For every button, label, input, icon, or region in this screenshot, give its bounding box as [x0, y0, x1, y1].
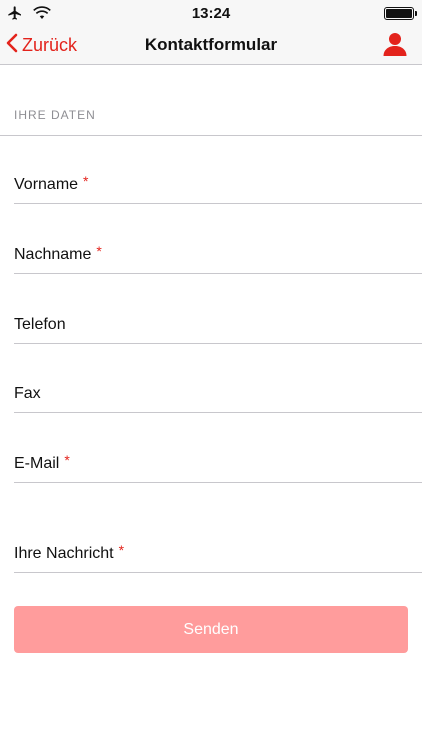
phone-field[interactable]: Telefon [14, 308, 422, 344]
required-mark: * [118, 542, 125, 558]
send-button[interactable]: Senden [14, 606, 408, 653]
first-name-field[interactable]: Vorname * [14, 168, 422, 204]
field-label: Vorname * [14, 173, 89, 193]
battery-icon [384, 7, 417, 20]
field-label: Telefon [14, 316, 66, 333]
status-bar: 13:24 [0, 0, 422, 26]
fax-field[interactable]: Fax [14, 377, 422, 413]
section-header: IHRE DATEN [14, 108, 96, 122]
message-field[interactable]: Ihre Nachricht * [14, 537, 422, 573]
required-mark: * [96, 243, 102, 259]
section-divider [0, 135, 422, 136]
page-title: Kontaktformular [144, 35, 278, 54]
field-label: E-Mail * [14, 452, 70, 472]
required-mark: * [64, 452, 70, 468]
user-icon [382, 33, 408, 61]
navigation-bar: Zurück Kontaktformular [0, 26, 422, 65]
email-field[interactable]: E-Mail * [14, 447, 422, 483]
field-label: Nachname * [14, 243, 102, 263]
status-time: 13:24 [191, 5, 231, 22]
contact-form-screen: 13:24 Zurück Kontaktformular IHRE DATEN … [0, 0, 422, 750]
field-label: Fax [14, 385, 41, 402]
last-name-field[interactable]: Nachname * [14, 238, 422, 274]
profile-button[interactable] [382, 31, 408, 57]
required-mark: * [83, 173, 89, 189]
field-label: Ihre Nachricht * [14, 542, 125, 562]
